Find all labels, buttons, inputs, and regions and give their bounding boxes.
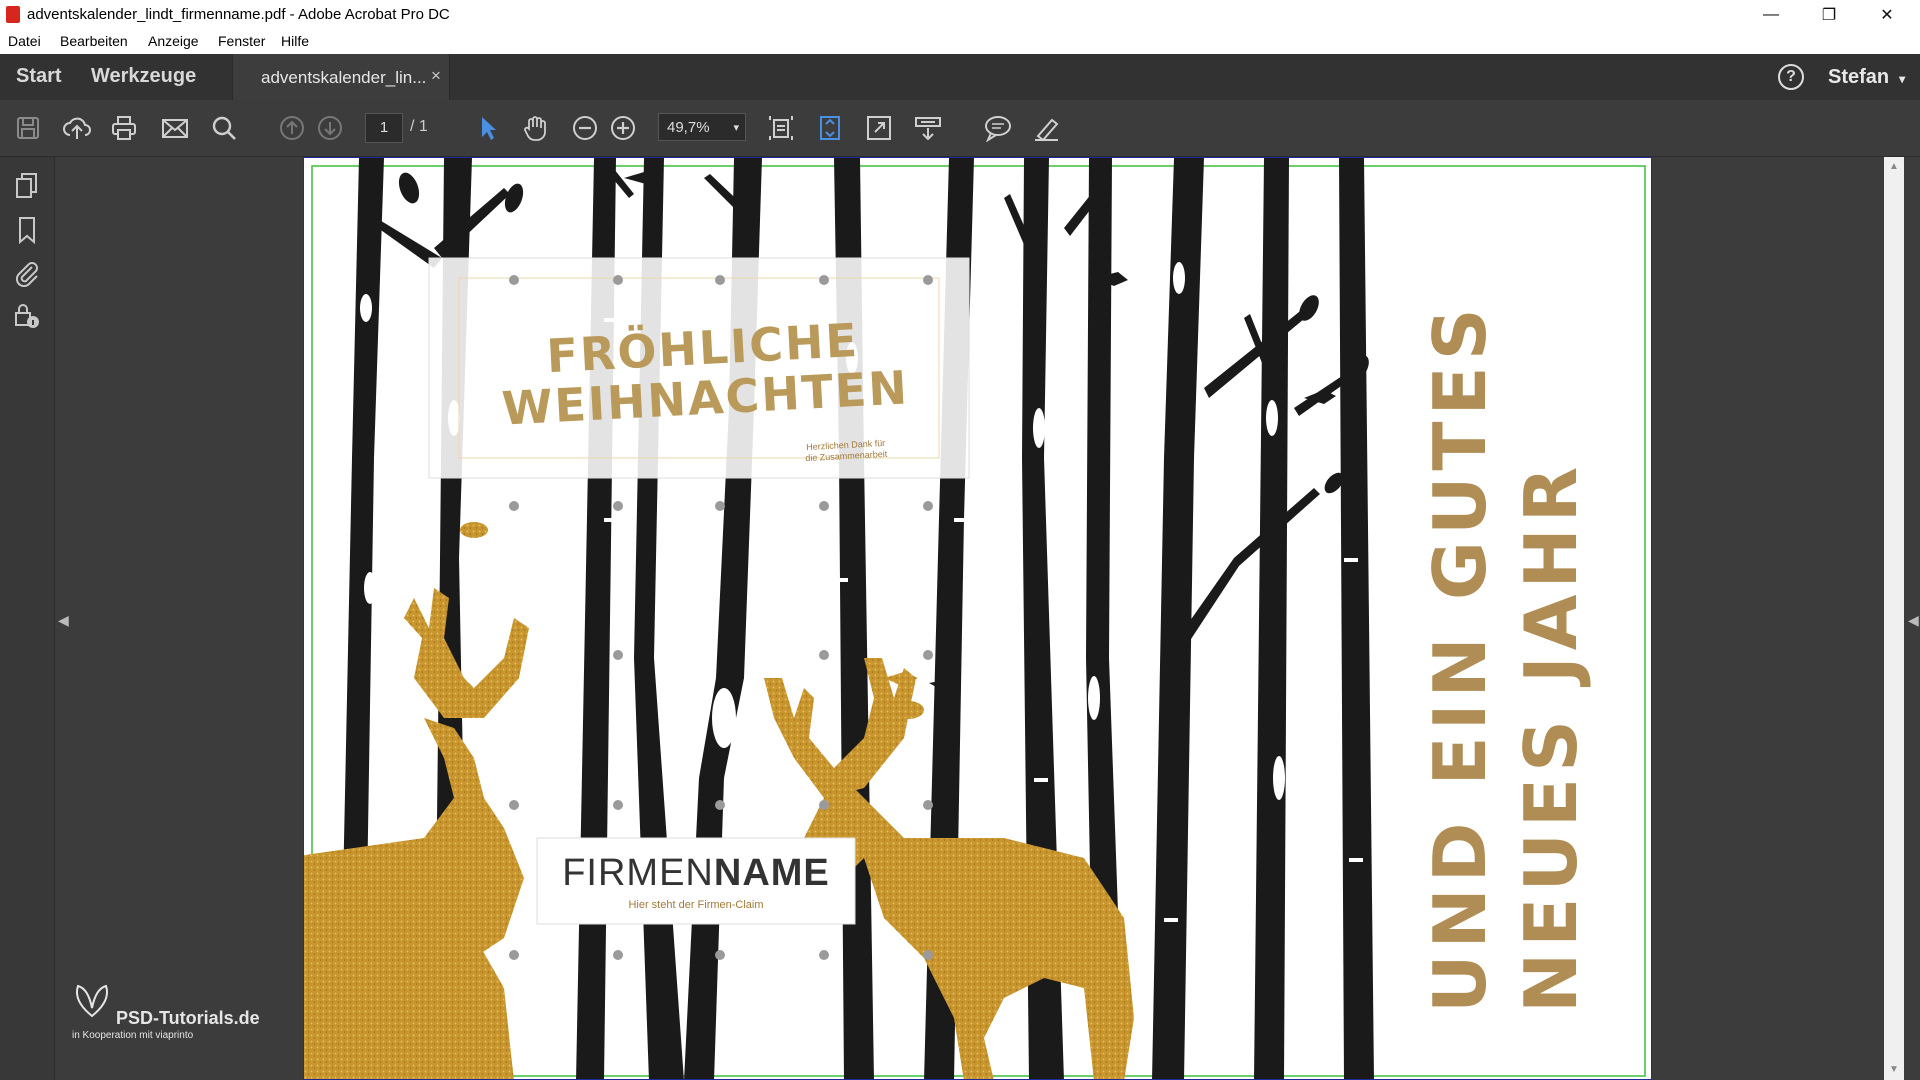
full-screen-icon[interactable] — [865, 114, 893, 142]
page-number-input[interactable]: 1 — [365, 113, 403, 143]
pdf-page[interactable]: FRÖHLICHE WEIHNACHTEN Herzlichen Dank fü… — [303, 157, 1652, 1080]
highlight-pen-icon[interactable] — [1032, 114, 1060, 142]
zoom-level-select[interactable]: 49,7% ▾ — [658, 113, 746, 141]
minimize-icon: — — [1763, 6, 1779, 23]
page-down-icon[interactable] — [316, 114, 344, 142]
maximize-button[interactable]: ❐ — [1800, 0, 1858, 30]
butterfly-logo-icon — [76, 984, 108, 1018]
title-bar: adventskalender_lindt_firmenname.pdf - A… — [0, 0, 1920, 30]
company-name-bold: NAME — [713, 852, 830, 894]
scroll-down-icon[interactable]: ▼ — [1887, 1064, 1901, 1076]
document-tab-label: adventskalender_lin... — [261, 68, 427, 87]
zoom-out-icon[interactable] — [571, 114, 599, 142]
close-icon: ✕ — [1880, 7, 1894, 24]
tab-tools[interactable]: Werkzeuge — [91, 65, 196, 88]
gold-bird — [460, 522, 488, 538]
hand-icon[interactable] — [521, 114, 549, 142]
company-name: FIRMENNAME — [537, 852, 855, 895]
zoom-in-icon[interactable] — [609, 114, 637, 142]
chevron-down-icon: ▾ — [733, 122, 739, 134]
tab-bar: Start Werkzeuge adventskalender_lin... ×… — [0, 54, 1920, 100]
acrobat-app-icon — [6, 6, 20, 23]
security-icon[interactable] — [12, 301, 42, 331]
menu-fenster[interactable]: Fenster — [218, 33, 265, 49]
vertical-scrollbar[interactable]: ▲ ▼ — [1884, 157, 1904, 1080]
company-name-light: FIRMEN — [562, 852, 714, 894]
search-icon[interactable] — [210, 114, 238, 142]
scroll-mode-icon[interactable] — [816, 114, 844, 142]
save-icon[interactable] — [14, 114, 42, 142]
menu-bearbeiten[interactable]: Bearbeiten — [60, 33, 128, 49]
select-arrow-icon[interactable] — [474, 114, 502, 142]
user-menu[interactable]: Stefan ▾ — [1828, 66, 1905, 89]
restore-icon: ❐ — [1821, 7, 1837, 24]
bookmark-icon[interactable] — [12, 215, 42, 245]
comment-icon[interactable] — [983, 114, 1011, 143]
close-window-button[interactable]: ✕ — [1858, 0, 1916, 30]
read-mode-icon[interactable] — [913, 114, 941, 142]
window-title: adventskalender_lindt_firmenname.pdf - A… — [27, 6, 450, 23]
cloud-upload-icon[interactable] — [62, 114, 91, 142]
gold-bird — [892, 701, 924, 719]
chevron-down-icon: ▾ — [1899, 72, 1906, 86]
menu-bar: Datei Bearbeiten Anzeige Fenster Hilfe — [0, 30, 1920, 55]
user-name: Stefan — [1828, 66, 1890, 88]
zoom-value: 49,7% — [667, 119, 710, 136]
scroll-up-icon[interactable]: ▲ — [1887, 161, 1901, 173]
tab-start[interactable]: Start — [16, 65, 62, 88]
page-total: / 1 — [410, 118, 428, 135]
pages-icon[interactable] — [12, 171, 42, 201]
menu-hilfe[interactable]: Hilfe — [281, 33, 309, 49]
help-icon[interactable]: ? — [1778, 64, 1804, 90]
tab-document[interactable]: adventskalender_lin... × — [232, 54, 450, 100]
print-icon[interactable] — [110, 114, 138, 142]
attachment-icon[interactable] — [12, 257, 42, 288]
main-toolbar: 1 / 1 49,7% ▾ — [0, 100, 1920, 157]
collapse-left-icon[interactable]: ◀ — [58, 612, 69, 629]
card-title: FRÖHLICHE WEIHNACHTEN — [492, 312, 917, 436]
watermark-brand: PSD-Tutorials.de — [116, 1008, 260, 1028]
greeting-line1: UND EIN GUTES — [1418, 302, 1502, 1013]
mail-icon[interactable] — [160, 114, 188, 142]
navigation-pane — [0, 157, 55, 1080]
page-up-icon[interactable] — [278, 114, 306, 142]
watermark-sub: in Kooperation mit viaprinto — [72, 1030, 194, 1041]
minimize-button[interactable]: — — [1742, 0, 1800, 30]
close-tab-icon[interactable]: × — [431, 66, 441, 86]
collapse-right-icon[interactable]: ◀ — [1908, 612, 1919, 629]
fit-page-icon[interactable] — [767, 114, 795, 142]
menu-datei[interactable]: Datei — [8, 33, 41, 49]
company-claim: Hier steht der Firmen-Claim — [628, 899, 764, 911]
greeting-line2: NEUES JAHR — [1509, 460, 1593, 1013]
menu-anzeige[interactable]: Anzeige — [148, 33, 199, 49]
